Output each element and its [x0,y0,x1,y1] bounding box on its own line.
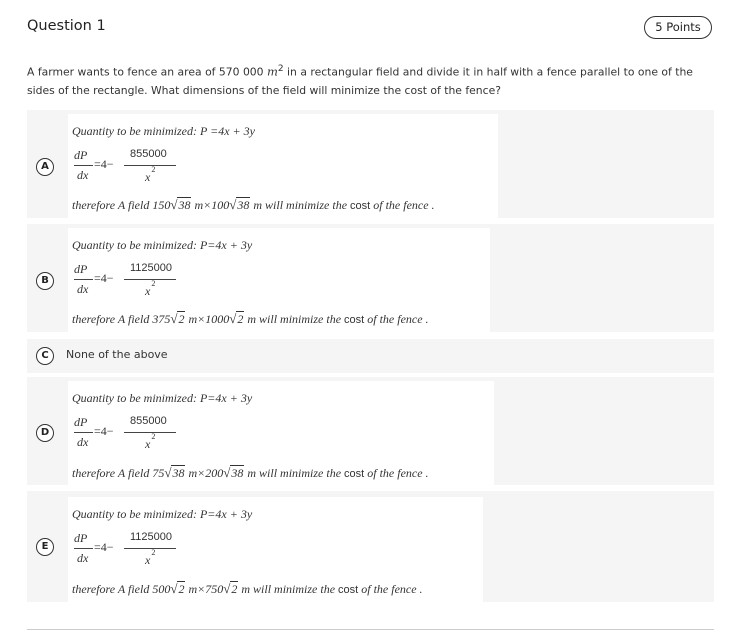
option-a-conclusion: therefore A field 150√38 m×100√38 m will… [72,197,435,213]
conclusion-mid: m×200 [185,466,224,480]
conclusion-mid2: m will minimize the [244,312,345,326]
derivative-denominator: dx [77,551,89,565]
fraction-denominator: x [145,553,151,567]
option-b-radio[interactable]: B [36,272,54,290]
conclusion-suffix: of the fence . [364,312,429,326]
question-text-part1: A farmer wants to fence an area of 570 0… [27,65,267,79]
option-c-radio[interactable]: C [36,347,54,365]
option-a-answer-card: Quantity to be minimized: P =4x + 3y dP … [68,114,498,218]
option-c[interactable]: C None of the above [27,339,714,373]
conclusion-suffix: of the fence . [370,198,435,212]
derivative-numerator: dP [74,415,88,429]
radicand-1: 38 [177,197,192,212]
option-e-radio[interactable]: E [36,538,54,556]
derivative-numerator: dP [74,148,88,162]
option-d-answer-card: Quantity to be minimized: P=4x + 3y dP d… [68,381,494,485]
question-text: A farmer wants to fence an area of 570 0… [27,60,717,100]
option-b-answer-card: Quantity to be minimized: P=4x + 3y dP d… [68,228,490,332]
option-a[interactable]: A Quantity to be minimized: P =4x + 3y d… [27,110,714,218]
derivative-equals: =4− [94,157,114,171]
cost-word: cost [344,468,365,480]
bottom-divider [27,629,714,630]
fraction-denominator-power: 2 [151,279,156,288]
derivative-equals: =4− [94,540,114,554]
option-e[interactable]: E Quantity to be minimized: P=4x + 3y dP… [27,491,714,602]
conclusion-mid2: m will minimize the [238,582,339,596]
radicand-2: 38 [236,197,251,212]
option-e-conclusion: therefore A field 500√2 m×750√2 m will m… [72,581,423,597]
option-b-conclusion: therefore A field 375√2 m×1000√2 m will … [72,311,429,327]
conclusion-mid: m×1000 [185,312,230,326]
option-e-answer-card: Quantity to be minimized: P=4x + 3y dP d… [68,497,483,602]
conclusion-prefix: therefore A field 500 [72,582,171,596]
option-d-objective: Quantity to be minimized: P=4x + 3y [72,391,253,405]
option-a-radio[interactable]: A [36,158,54,176]
fraction-numerator: 855000 [130,148,167,160]
fraction-denominator-power: 2 [151,432,156,441]
derivative-equals: =4− [94,271,114,285]
derivative-denominator: dx [77,435,89,449]
option-d-conclusion: therefore A field 75√38 m×200√38 m will … [72,465,429,481]
question-title: Question 1 [27,18,106,34]
conclusion-mid: m×100 [191,198,230,212]
conclusion-mid: m×750 [185,582,224,596]
radicand-2: 38 [230,465,245,480]
derivative-equals: =4− [94,424,114,438]
conclusion-prefix: therefore A field 75 [72,466,165,480]
conclusion-mid2: m will minimize the [250,198,351,212]
option-b[interactable]: B Quantity to be minimized: P=4x + 3y dP… [27,224,714,332]
conclusion-prefix: therefore A field 150 [72,198,171,212]
conclusion-suffix: of the fence . [358,582,423,596]
radicand-1: 38 [171,465,186,480]
conclusion-suffix: of the fence . [364,466,429,480]
fraction-numerator: 1125000 [130,262,173,274]
option-d-radio[interactable]: D [36,424,54,442]
fraction-denominator: x [145,437,151,451]
cost-word: cost [338,584,359,596]
conclusion-mid2: m will minimize the [244,466,345,480]
derivative-denominator: dx [77,168,89,182]
area-unit: m [266,64,278,79]
fraction-denominator-power: 2 [151,165,156,174]
derivative-denominator: dx [77,282,89,296]
fraction-denominator-power: 2 [151,548,156,557]
option-e-objective: Quantity to be minimized: P=4x + 3y [72,507,253,521]
fraction-denominator: x [145,170,151,184]
derivative-numerator: dP [74,531,88,545]
option-d[interactable]: D Quantity to be minimized: P=4x + 3y dP… [27,377,714,485]
cost-word: cost [344,314,365,326]
option-a-objective: Quantity to be minimized: P =4x + 3y [72,124,255,138]
points-badge: 5 Points [644,16,712,39]
cost-word: cost [350,200,371,212]
conclusion-prefix: therefore A field 375 [72,312,171,326]
fraction-denominator: x [145,284,151,298]
option-c-label: None of the above [66,348,168,361]
option-b-objective: Quantity to be minimized: P=4x + 3y [72,238,253,252]
fraction-numerator: 855000 [130,415,167,427]
fraction-numerator: 1125000 [130,531,173,543]
derivative-numerator: dP [74,262,88,276]
